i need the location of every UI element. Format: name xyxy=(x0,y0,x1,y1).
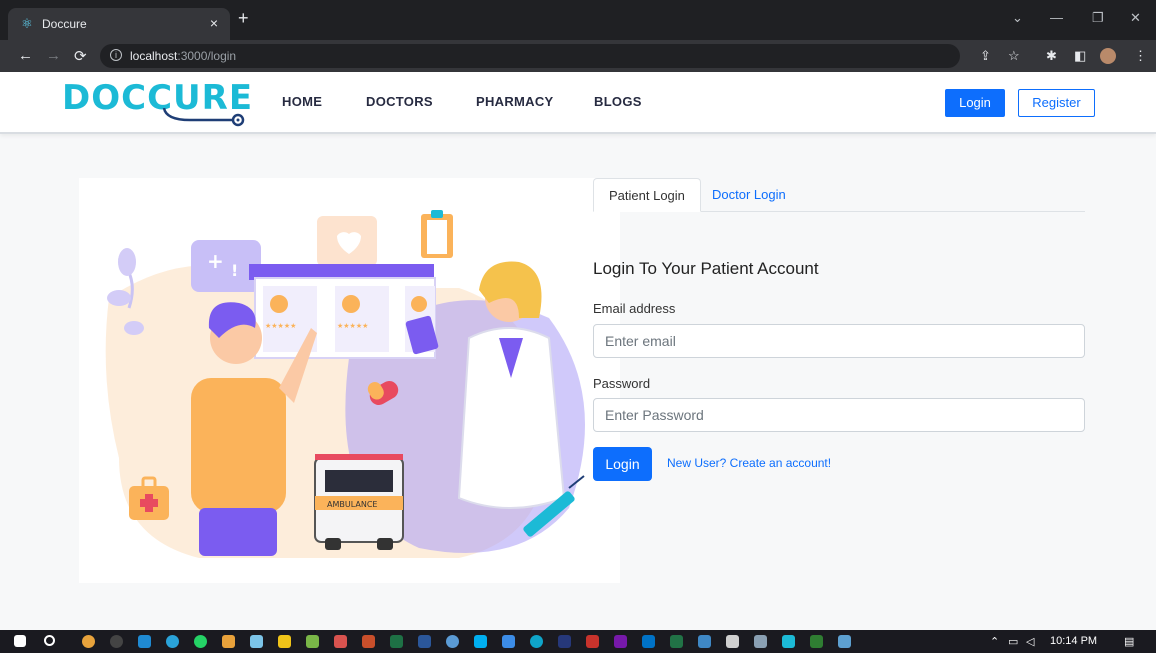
extensions-icon[interactable]: ✱ xyxy=(1046,48,1057,64)
header-register-button[interactable]: Register xyxy=(1018,89,1095,117)
browser-address-bar: ← → ⟳ i localhost:3000/login ⇪ ☆ ✱ ◧ ⋮ xyxy=(0,40,1156,72)
app-icon-11[interactable] xyxy=(782,635,795,648)
browser-tab[interactable]: ⚛ Doccure × xyxy=(8,8,230,40)
back-icon[interactable]: ← xyxy=(18,47,33,64)
star-icon[interactable]: ☆ xyxy=(1008,48,1020,64)
email-field[interactable] xyxy=(593,324,1085,358)
folder-icon[interactable] xyxy=(278,635,291,648)
login-form-title: Login To Your Patient Account xyxy=(593,259,819,278)
header-login-button[interactable]: Login xyxy=(945,89,1005,117)
app-icon-4[interactable] xyxy=(334,635,347,648)
password-label: Password xyxy=(593,376,651,391)
excel-icon[interactable] xyxy=(390,635,403,648)
tab-patient-login[interactable]: Patient Login xyxy=(593,178,701,212)
svg-text:!: ! xyxy=(231,261,238,280)
tray-chevron-icon[interactable]: ⌃ xyxy=(990,635,999,648)
windows-start-icon[interactable] xyxy=(14,635,26,647)
app-icon-8[interactable] xyxy=(670,635,683,648)
menu-icon[interactable]: ⋮ xyxy=(1134,48,1147,64)
search-icon[interactable] xyxy=(44,635,55,646)
app-icon-2[interactable] xyxy=(250,635,263,648)
nav-doctors[interactable]: DOCTORS xyxy=(366,94,433,109)
nav-pharmacy[interactable]: PHARMACY xyxy=(476,94,554,109)
forward-icon[interactable]: → xyxy=(46,47,61,64)
close-window-icon[interactable]: ✕ xyxy=(1130,10,1141,26)
app-icon-12[interactable] xyxy=(810,635,823,648)
nav-blogs[interactable]: BLOGS xyxy=(594,94,642,109)
notification-icon[interactable]: ▤ xyxy=(1124,635,1134,648)
site-header: DOCCURE HOME DOCTORS PHARMACY BLOGS Logi… xyxy=(0,72,1156,134)
nav-home[interactable]: HOME xyxy=(282,94,322,109)
new-tab-icon[interactable]: + xyxy=(238,8,249,29)
close-tab-icon[interactable]: × xyxy=(210,15,218,31)
profile-avatar[interactable] xyxy=(1100,48,1116,64)
vscode-icon[interactable] xyxy=(138,635,151,648)
email-label: Email address xyxy=(593,301,676,316)
reload-icon[interactable]: ⟳ xyxy=(74,47,87,65)
login-illustration: + ! ★★★★★ ★★★★★ AMBULANCE xyxy=(79,178,620,583)
svg-text:+: + xyxy=(207,249,224,273)
whatsapp-icon[interactable] xyxy=(194,635,207,648)
app-icon-5[interactable] xyxy=(446,635,459,648)
app-icon-3[interactable] xyxy=(306,635,319,648)
password-field[interactable] xyxy=(593,398,1085,432)
app-icon-1[interactable] xyxy=(222,635,235,648)
onenote-icon[interactable] xyxy=(614,635,627,648)
app-icon-10[interactable] xyxy=(726,635,739,648)
app-icon-9[interactable] xyxy=(698,635,711,648)
sidepanel-icon[interactable]: ◧ xyxy=(1074,48,1086,64)
app-icon-6[interactable] xyxy=(502,635,515,648)
app-icon-13[interactable] xyxy=(838,635,851,648)
tab-doctor-login[interactable]: Doctor Login xyxy=(697,178,801,212)
photoshop-icon[interactable] xyxy=(558,635,571,648)
skype-icon[interactable] xyxy=(474,635,487,648)
login-submit-button[interactable]: Login xyxy=(593,447,652,481)
calculator-icon[interactable] xyxy=(754,635,767,648)
app-icon-7[interactable] xyxy=(586,635,599,648)
url-text[interactable]: localhost:3000/login xyxy=(130,49,236,63)
browser-tab-title: Doccure xyxy=(42,17,87,31)
minimize-icon[interactable]: — xyxy=(1050,10,1063,25)
browser-tab-bar: ⚛ Doccure × + ⌄ — ❐ ✕ xyxy=(0,0,1156,40)
volume-icon[interactable]: ◁ xyxy=(1026,635,1034,648)
outlook-icon[interactable] xyxy=(642,635,655,648)
battery-icon: ▭ xyxy=(1008,636,1019,648)
share-icon[interactable]: ⇪ xyxy=(980,48,991,64)
os-taskbar: ⌃ ▭ ◁ 10:14 PM ▤ xyxy=(0,630,1156,653)
edge-icon[interactable] xyxy=(530,635,543,648)
info-icon[interactable]: i xyxy=(110,49,122,61)
ambulance-label: AMBULANCE xyxy=(327,500,377,509)
chevron-down-icon[interactable]: ⌄ xyxy=(1012,10,1023,26)
clock-time[interactable]: 10:14 PM xyxy=(1050,635,1097,647)
telegram-icon[interactable] xyxy=(166,635,179,648)
url-bar[interactable]: i localhost:3000/login xyxy=(100,44,960,68)
github-icon[interactable] xyxy=(110,635,123,648)
svg-text:★★★★★: ★★★★★ xyxy=(337,322,368,330)
restore-icon[interactable]: ❐ xyxy=(1092,10,1104,26)
create-account-link[interactable]: New User? Create an account! xyxy=(667,456,831,470)
login-tabs: Patient Login Doctor Login xyxy=(593,178,1085,212)
word-icon[interactable] xyxy=(418,635,431,648)
chrome-icon[interactable] xyxy=(82,635,95,648)
stethoscope-icon xyxy=(162,108,245,127)
react-icon: ⚛ xyxy=(21,16,33,31)
powerpoint-icon[interactable] xyxy=(362,635,375,648)
svg-text:★★★★★: ★★★★★ xyxy=(265,322,296,330)
